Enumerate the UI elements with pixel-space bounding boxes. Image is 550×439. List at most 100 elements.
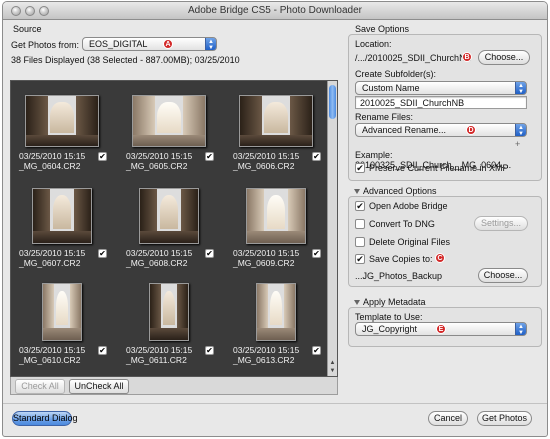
template-select-value: JG_Copyright <box>362 324 418 334</box>
thumbnail-checkbox[interactable]: ✔ <box>98 346 107 355</box>
thumbnail-date: 03/25/2010 15:15 <box>19 151 86 161</box>
photo-thumbnail[interactable] <box>246 188 306 244</box>
popup-arrows-icon: ▲ ▼ <box>515 124 526 136</box>
photo-thumbnail[interactable] <box>132 95 206 147</box>
thumbnail-caption: 03/25/2010 15:15 _MG_0608.CR2 <box>126 248 206 268</box>
files-summary: 38 Files Displayed (38 Selected - 887.00… <box>11 55 240 65</box>
photo-thumbnail[interactable] <box>25 95 99 147</box>
subfolder-select[interactable]: Custom Name ▲ ▼ <box>355 81 527 95</box>
advanced-disclosure-triangle-icon[interactable] <box>354 189 360 194</box>
thumbnail-cell[interactable]: 03/25/2010 15:15 _MG_0610.CR2 ✔ <box>15 279 115 376</box>
uncheck-all-button[interactable]: UnCheck All <box>69 379 129 394</box>
thumbnail-cell[interactable]: 03/25/2010 15:15 _MG_0608.CR2 ✔ <box>122 182 222 279</box>
get-photos-from-label: Get Photos from: <box>11 40 80 50</box>
thumbnail-checkbox[interactable]: ✔ <box>205 346 214 355</box>
rename-files-label: Rename Files: <box>355 112 414 122</box>
thumbnail-date: 03/25/2010 15:15 <box>126 151 193 161</box>
delete-originals-checkbox[interactable] <box>355 237 365 247</box>
photo-thumbnail[interactable] <box>32 188 92 244</box>
source-device-value: EOS_DIGITAL <box>89 39 148 49</box>
photo-thumbnail[interactable] <box>149 283 189 341</box>
grid-button-bar: Check All UnCheck All <box>10 377 338 395</box>
rename-files-select[interactable]: Advanced Rename... ▲ ▼ <box>355 123 527 137</box>
get-photos-button[interactable]: Get Photos <box>477 411 532 426</box>
cancel-button[interactable]: Cancel <box>428 411 468 426</box>
thumbnail-filename: _MG_0606.CR2 <box>233 161 295 171</box>
copies-path: ...JG_Photos_Backup <box>355 271 443 281</box>
thumbnail-date: 03/25/2010 15:15 <box>126 248 193 258</box>
open-bridge-label: Open Adobe Bridge <box>369 201 448 211</box>
thumbnail-checkbox[interactable]: ✔ <box>205 152 214 161</box>
location-label: Location: <box>355 39 392 49</box>
add-rename-plus-icon[interactable]: + <box>515 139 520 149</box>
dng-settings-label: Settings... <box>480 218 522 228</box>
save-options-heading: Save Options <box>355 24 410 34</box>
thumbnail-cell[interactable]: 03/25/2010 15:15 _MG_0605.CR2 ✔ <box>122 85 222 182</box>
copies-choose-button[interactable]: Choose... <box>478 268 528 283</box>
thumbnail-filename: _MG_0613.CR2 <box>233 355 295 365</box>
apply-metadata-heading: Apply Metadata <box>363 297 426 307</box>
dng-settings-button[interactable]: Settings... <box>474 216 528 231</box>
metadata-disclosure-triangle-icon[interactable] <box>354 300 360 305</box>
save-copies-checkbox[interactable]: ✔ <box>355 254 365 264</box>
thumbnail-caption: 03/25/2010 15:15 _MG_0613.CR2 <box>233 345 313 365</box>
advanced-options-heading: Advanced Options <box>363 186 437 196</box>
thumbnail-filename: _MG_0604.CR2 <box>19 161 81 171</box>
thumbnail-checkbox[interactable]: ✔ <box>312 249 321 258</box>
uncheck-all-label: UnCheck All <box>74 381 124 391</box>
thumbnail-date: 03/25/2010 15:15 <box>233 248 300 258</box>
thumbnail-checkbox[interactable]: ✔ <box>205 249 214 258</box>
photo-downloader-window: Adobe Bridge CS5 - Photo Downloader Sour… <box>2 1 548 437</box>
thumbnail-filename: _MG_0610.CR2 <box>19 355 81 365</box>
delete-originals-label: Delete Original Files <box>369 237 451 247</box>
source-device-select[interactable]: EOS_DIGITAL ▲ ▼ <box>82 37 217 51</box>
thumbnail-caption: 03/25/2010 15:15 _MG_0606.CR2 <box>233 151 313 171</box>
thumbnail-filename: _MG_0608.CR2 <box>126 258 188 268</box>
footer-separator <box>3 403 547 404</box>
check-all-label: Check All <box>21 381 59 391</box>
thumbnail-cell[interactable]: 03/25/2010 15:15 _MG_0613.CR2 ✔ <box>229 279 329 376</box>
thumbnail-cell[interactable]: 03/25/2010 15:15 _MG_0607.CR2 ✔ <box>15 182 115 279</box>
preserve-filename-label: Preserve Current Filename in XMP <box>369 163 509 173</box>
photo-thumbnail[interactable] <box>256 283 296 341</box>
scroll-up-arrow-icon[interactable]: ▲ <box>329 360 336 366</box>
save-copies-label: Save Copies to: <box>369 254 433 264</box>
scroll-down-arrow-icon[interactable]: ▼ <box>329 368 336 374</box>
popup-arrows-icon: ▲ ▼ <box>515 82 526 94</box>
thumbnail-date: 03/25/2010 15:15 <box>233 345 300 355</box>
thumbnail-filename: _MG_0609.CR2 <box>233 258 295 268</box>
location-value: /.../2010025_SDII_ChurchNB <box>355 53 472 63</box>
location-choose-button[interactable]: Choose... <box>478 50 530 65</box>
standard-dialog-label: Standard Dialog <box>13 413 78 423</box>
window-title: Adobe Bridge CS5 - Photo Downloader <box>188 5 362 16</box>
thumbnail-checkbox[interactable]: ✔ <box>312 152 321 161</box>
subfolder-select-value: Custom Name <box>362 83 420 93</box>
photo-thumbnail[interactable] <box>42 283 82 341</box>
thumbnail-cell[interactable]: 03/25/2010 15:15 _MG_0604.CR2 ✔ <box>15 85 115 182</box>
copies-choose-label: Choose... <box>483 270 523 280</box>
thumbnail-cell[interactable]: 03/25/2010 15:15 _MG_0611.CR2 ✔ <box>122 279 222 376</box>
thumbnail-cell[interactable]: 03/25/2010 15:15 _MG_0606.CR2 ✔ <box>229 85 329 182</box>
check-all-button[interactable]: Check All <box>15 379 65 394</box>
thumbnail-date: 03/25/2010 15:15 <box>19 248 86 258</box>
thumbnail-caption: 03/25/2010 15:15 _MG_0604.CR2 <box>19 151 99 171</box>
thumbnail-checkbox[interactable]: ✔ <box>98 152 107 161</box>
convert-dng-checkbox[interactable] <box>355 219 365 229</box>
photo-thumbnail[interactable] <box>239 95 313 147</box>
photo-thumbnail[interactable] <box>139 188 199 244</box>
preserve-filename-checkbox[interactable]: ✔ <box>355 163 365 173</box>
callout-badge-e: E <box>436 324 446 334</box>
grid-scroll-thumb[interactable] <box>329 85 336 119</box>
callout-badge-d: D <box>466 125 476 135</box>
open-bridge-checkbox[interactable]: ✔ <box>355 201 365 211</box>
thumbnail-checkbox[interactable]: ✔ <box>98 249 107 258</box>
popup-arrows-icon: ▲ ▼ <box>205 38 216 50</box>
location-choose-label: Choose... <box>484 52 524 62</box>
thumbnail-checkbox[interactable]: ✔ <box>312 346 321 355</box>
get-photos-label: Get Photos <box>481 413 528 423</box>
thumbnail-cell[interactable]: 03/25/2010 15:15 _MG_0609.CR2 ✔ <box>229 182 329 279</box>
template-label: Template to Use: <box>355 312 423 322</box>
subfolder-name-input[interactable]: 2010025_SDII_ChurchNB <box>355 96 527 109</box>
standard-dialog-button[interactable]: Standard Dialog <box>12 411 78 426</box>
grid-scrollbar[interactable]: ▲ ▼ <box>327 81 337 376</box>
